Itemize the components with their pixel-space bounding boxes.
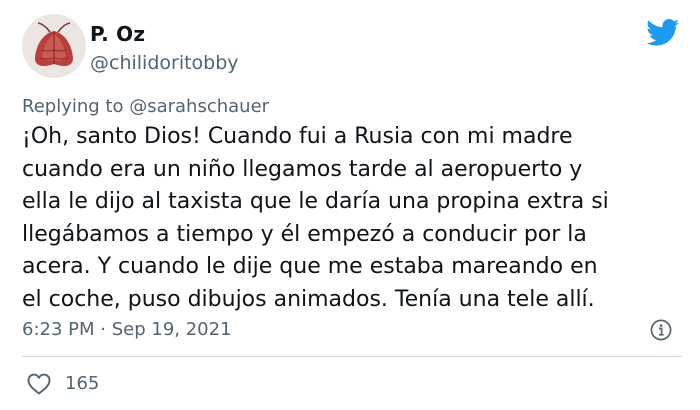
tweet-time: 6:23 PM [22,319,95,340]
like-count: 165 [65,373,100,394]
tweet-text-line: ella le dijo al taxista que le daría una… [22,189,609,214]
user-handle[interactable]: @chilidoritobby [90,52,239,74]
replying-prefix: Replying to [22,96,124,117]
tweet-text-line: ¡Oh, santo Dios! Cuando fui a Rusia con … [22,124,573,149]
heart-icon[interactable] [26,372,52,396]
tweet-text-line: llegábamos a tiempo y él empezó a conduc… [22,221,587,247]
replying-to: Replying to @sarahschauer [22,96,269,117]
tweet-text-line: acera. Y cuando le dije que me estaba ma… [22,254,598,279]
info-icon[interactable] [650,319,672,341]
tweet-text: ¡Oh, santo Dios! Cuando fui a Rusia con … [22,121,690,316]
tweet-text-line: el coche, puso dibujos animados. Tenía u… [22,286,595,312]
tweet-text-line: cuando era un niño llegamos tarde al aer… [22,156,583,182]
divider [22,356,682,357]
avatar[interactable] [22,14,86,78]
twitter-bird-icon[interactable] [646,19,680,47]
display-name[interactable]: P. Oz [90,22,145,46]
reply-mention-link[interactable]: @sarahschauer [129,96,269,117]
tweet-date: Sep 19, 2021 [111,319,232,340]
moth-avatar-icon [22,14,86,78]
tweet-card: P. Oz @chilidoritobby Replying to @sarah… [0,0,700,410]
meta-separator: · [100,319,106,340]
tweet-timestamp[interactable]: 6:23 PM · Sep 19, 2021 [22,319,232,340]
